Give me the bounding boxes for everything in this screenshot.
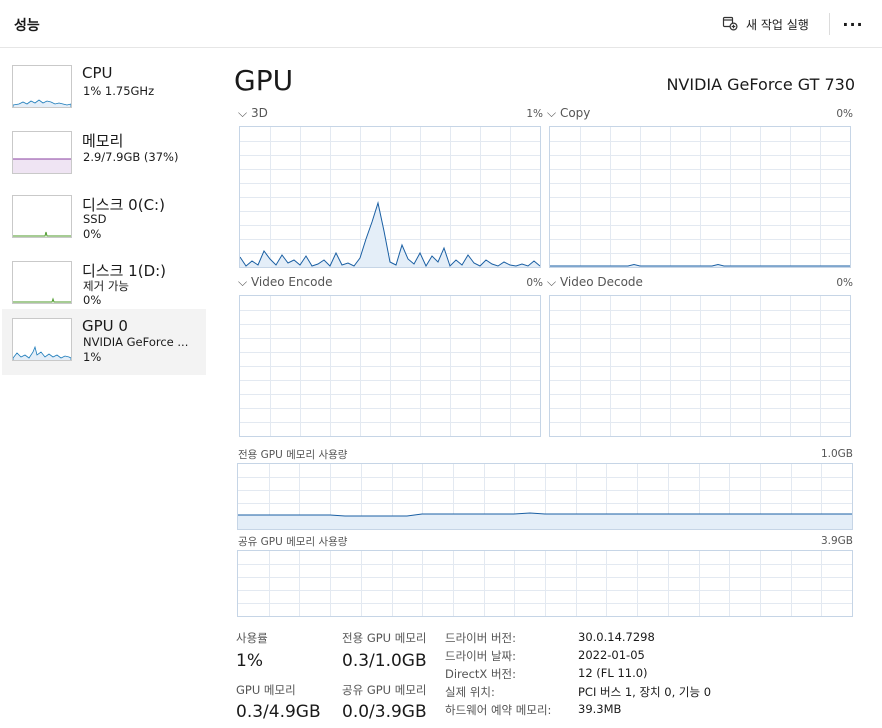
chevron-down-icon: ⌵ <box>547 275 557 289</box>
sidebar-item-detail: 2.9/7.9GB (37%) <box>83 150 179 164</box>
engine-name: 3D <box>250 106 268 120</box>
header-divider <box>829 13 830 35</box>
more-options-button[interactable]: ··· <box>838 10 868 38</box>
sidebar-item-usage: 0% <box>83 227 102 241</box>
sidebar-item-cpu[interactable]: CPU 1% 1.75GHz <box>2 56 206 122</box>
directx-version-label: DirectX 버전: <box>445 667 517 681</box>
new-task-label: 새 작업 실행 <box>746 17 809 32</box>
new-task-button[interactable]: 새 작업 실행 <box>716 10 815 38</box>
gpu-thumbnail-graph <box>12 318 72 361</box>
cpu-thumbnail-graph <box>12 65 72 108</box>
engine-name: Copy <box>559 106 591 120</box>
graph-video-encode <box>239 295 541 437</box>
shared-memory-graph-label: 공유 GPU 메모리 사용량 <box>238 536 348 548</box>
engine-percent: 1% <box>526 108 543 120</box>
sidebar-item-title: CPU <box>82 64 113 82</box>
disk-0-thumbnail-graph <box>12 195 72 238</box>
hardware-reserved-memory-label: 하드웨어 예약 메모리: <box>445 703 552 717</box>
driver-date-label: 드라이버 날짜: <box>445 649 517 663</box>
driver-version-label: 드라이버 버전: <box>445 631 517 645</box>
sidebar-item-title: 메모리 <box>82 132 124 150</box>
graph-copy <box>549 126 851 268</box>
page-title: 성능 <box>14 18 40 34</box>
hardware-reserved-memory-value: 39.3MB <box>578 702 622 716</box>
dedicated-gpu-memory-label: 전용 GPU 메모리 <box>342 631 427 645</box>
new-task-icon <box>722 15 738 34</box>
sidebar-item-usage: 0% <box>83 293 102 307</box>
sidebar-item-detail: 제거 가능 <box>83 279 129 293</box>
sidebar-item-memory[interactable]: 메모리 2.9/7.9GB (37%) <box>2 122 206 188</box>
dedicated-gpu-memory-value: 0.3/1.0GB <box>342 651 427 671</box>
gpu-memory-label: GPU 메모리 <box>236 683 296 697</box>
engine-selector-video-encode[interactable]: ⌵ Video Encode <box>238 275 333 290</box>
graph-video-decode <box>549 295 851 437</box>
sidebar-item-detail: 1% 1.75GHz <box>83 84 155 98</box>
engine-percent: 0% <box>526 277 543 289</box>
usage-value: 1% <box>236 651 263 671</box>
gpu-memory-value: 0.3/4.9GB <box>236 702 321 722</box>
physical-location-label: 실제 위치: <box>445 685 495 699</box>
sidebar-item-disk-0[interactable]: 디스크 0(C:) SSD 0% <box>2 186 206 252</box>
driver-date-value: 2022-01-05 <box>578 648 645 662</box>
disk-1-thumbnail-graph <box>12 261 72 304</box>
dedicated-memory-max: 1.0GB <box>820 448 853 460</box>
chevron-down-icon: ⌵ <box>547 106 557 120</box>
chevron-down-icon: ⌵ <box>238 106 248 120</box>
chevron-down-icon: ⌵ <box>238 275 248 289</box>
engine-selector-video-decode[interactable]: ⌵ Video Decode <box>547 275 643 290</box>
engine-selector-copy[interactable]: ⌵ Copy <box>547 106 590 121</box>
gpu-heading: GPU <box>234 64 294 97</box>
shared-memory-graph <box>237 550 853 617</box>
sidebar-item-detail: NVIDIA GeForce ... <box>83 335 189 349</box>
shared-memory-max: 3.9GB <box>820 535 853 547</box>
physical-location-value: PCI 버스 1, 장치 0, 기능 0 <box>578 685 712 699</box>
engine-percent: 0% <box>836 108 853 120</box>
sidebar-item-gpu-0[interactable]: GPU 0 NVIDIA GeForce ... 1% <box>2 309 206 375</box>
engine-name: Video Encode <box>250 275 333 289</box>
engine-percent: 0% <box>836 277 853 289</box>
directx-version-value: 12 (FL 11.0) <box>578 666 648 680</box>
usage-label: 사용률 <box>236 631 268 645</box>
engine-name: Video Decode <box>559 275 643 289</box>
shared-gpu-memory-value: 0.0/3.9GB <box>342 702 427 722</box>
graph-3d <box>239 126 541 268</box>
memory-thumbnail-graph <box>12 131 72 174</box>
shared-gpu-memory-label: 공유 GPU 메모리 <box>342 683 427 697</box>
engine-selector-3d[interactable]: ⌵ 3D <box>238 106 268 121</box>
dedicated-memory-graph <box>237 463 853 530</box>
title-bar: 성능 새 작업 실행 ··· <box>0 0 882 48</box>
dedicated-memory-graph-label: 전용 GPU 메모리 사용량 <box>238 449 348 461</box>
driver-version-value: 30.0.14.7298 <box>578 630 655 644</box>
sidebar-item-detail: SSD <box>83 212 107 226</box>
more-options-icon: ··· <box>842 14 864 34</box>
sidebar-item-usage: 1% <box>83 350 102 364</box>
sidebar-item-title: GPU 0 <box>82 317 128 335</box>
gpu-model-name: NVIDIA GeForce GT 730 <box>666 75 855 94</box>
